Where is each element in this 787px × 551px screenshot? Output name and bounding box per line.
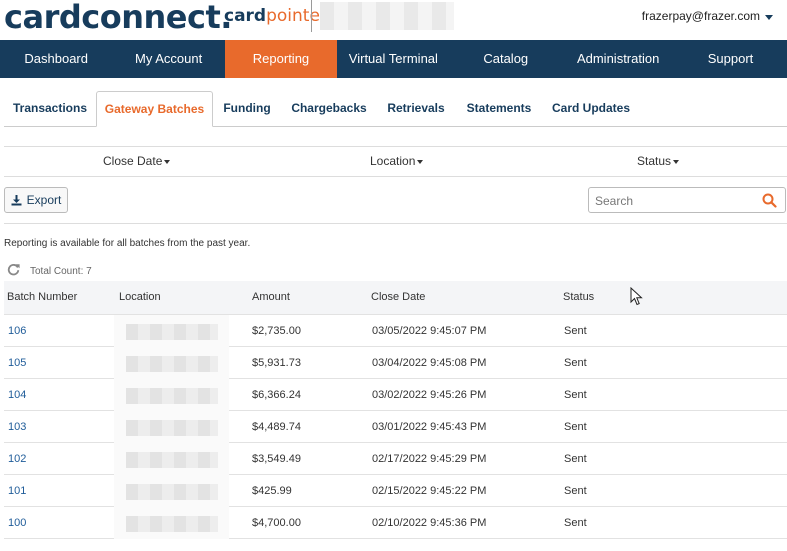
filter-bar: Close Date Location Status [4,146,787,177]
close-date-filter-label: Close Date [103,154,163,168]
reporting-note: Reporting is available for all batches f… [4,238,251,249]
search-field[interactable] [588,187,786,213]
status-cell: Sent [564,453,587,465]
nav-reporting[interactable]: Reporting [224,40,338,78]
table-row[interactable]: 102 $3,549.49 02/17/2022 9:45:29 PM Sent [4,443,787,475]
header-divider [311,0,312,32]
column-header-location[interactable]: Location [119,291,161,303]
tab-card-updates[interactable]: Card Updates [550,91,632,127]
status-cell: Sent [564,517,587,529]
location-redacted [114,379,229,411]
refresh-icon[interactable] [7,263,20,276]
table-row[interactable]: 100 $4,700.00 02/10/2022 9:45:36 PM Sent [4,507,787,539]
table-row[interactable]: 101 $425.99 02/15/2022 9:45:22 PM Sent [4,475,787,507]
tab-transactions[interactable]: Transactions [6,91,94,127]
location-redacted [114,443,229,475]
location-filter-label: Location [370,154,416,168]
close-date-cell: 02/17/2022 9:45:29 PM [372,453,487,465]
location-redacted [114,507,229,539]
close-date-cell: 03/05/2022 9:45:07 PM [372,325,487,337]
total-count: Total Count: 7 [30,266,92,277]
nav-dashboard[interactable]: Dashboard [0,40,112,78]
close-date-filter[interactable]: Close Date [103,154,171,168]
column-header-amount[interactable]: Amount [252,291,290,303]
tab-statements[interactable]: Statements [463,91,535,127]
batch-number-link[interactable]: 101 [8,485,26,497]
export-label: Export [26,193,62,207]
nav-administration[interactable]: Administration [562,40,674,78]
batch-number-link[interactable]: 104 [8,389,26,401]
column-header-close-date[interactable]: Close Date [371,291,425,303]
chevron-down-icon [673,159,680,164]
cardpointe-logo[interactable]: cardpointe [224,6,320,26]
export-button[interactable]: Export [4,187,68,213]
close-date-cell: 03/04/2022 9:45:08 PM [372,357,487,369]
table-row[interactable]: 103 $4,489.74 03/01/2022 9:45:43 PM Sent [4,411,787,443]
batch-number-link[interactable]: 106 [8,325,26,337]
logo-text: cardconnect [4,0,221,36]
column-header-batch-number[interactable]: Batch Number [7,291,77,303]
search-input[interactable] [595,192,755,209]
close-date-cell: 03/01/2022 9:45:43 PM [372,421,487,433]
app-header: cardconnect. cardpointe frazerpay@frazer… [0,0,787,40]
batch-number-link[interactable]: 105 [8,357,26,369]
tab-funding[interactable]: Funding [219,91,275,127]
user-menu[interactable]: frazerpay@frazer.com [642,9,773,23]
batch-number-link[interactable]: 103 [8,421,26,433]
reporting-tabs: Transactions Gateway Batches Funding Cha… [4,91,787,127]
amount-cell: $425.99 [252,485,292,497]
close-date-cell: 03/02/2022 9:45:26 PM [372,389,487,401]
status-cell: Sent [564,325,587,337]
table-row[interactable]: 106 $2,735.00 03/05/2022 9:45:07 PM Sent [4,315,787,347]
amount-cell: $5,931.73 [252,357,301,369]
status-cell: Sent [564,389,587,401]
divider [4,223,787,224]
chevron-down-icon [164,159,171,164]
column-header-status[interactable]: Status [563,291,594,303]
location-redacted [114,411,229,443]
location-redacted [114,315,229,347]
location-redacted [114,347,229,379]
amount-cell: $2,735.00 [252,325,301,337]
batches-table: Batch Number Location Amount Close Date … [4,281,787,539]
location-filter[interactable]: Location [370,154,424,168]
status-cell: Sent [564,421,587,433]
merchant-name-redacted [320,2,454,30]
nav-my-account[interactable]: My Account [112,40,224,78]
logo-sub-card: card [224,6,267,26]
status-cell: Sent [564,485,587,497]
table-header: Batch Number Location Amount Close Date … [4,281,787,315]
nav-support[interactable]: Support [674,40,786,78]
search-icon[interactable] [762,193,777,208]
table-row[interactable]: 104 $6,366.24 03/02/2022 9:45:26 PM Sent [4,379,787,411]
tab-gateway-batches[interactable]: Gateway Batches [96,91,213,127]
tab-retrievals[interactable]: Retrievals [384,91,448,127]
mouse-cursor-icon [630,287,643,306]
chevron-down-icon [417,159,424,164]
batch-number-link[interactable]: 100 [8,517,26,529]
cardconnect-logo[interactable]: cardconnect. [4,0,232,36]
download-icon [11,194,22,205]
batch-number-link[interactable]: 102 [8,453,26,465]
status-filter[interactable]: Status [637,154,680,168]
amount-cell: $3,549.49 [252,453,301,465]
amount-cell: $4,489.74 [252,421,301,433]
close-date-cell: 02/15/2022 9:45:22 PM [372,485,487,497]
status-filter-label: Status [637,154,672,168]
user-email: frazerpay@frazer.com [641,9,760,23]
tab-chargebacks[interactable]: Chargebacks [289,91,369,127]
amount-cell: $6,366.24 [252,389,301,401]
location-redacted [114,475,229,507]
chevron-down-icon [765,14,773,20]
status-cell: Sent [564,357,587,369]
nav-virtual-terminal[interactable]: Virtual Terminal [337,40,449,78]
main-nav: Dashboard My Account Reporting Virtual T… [0,40,787,78]
table-row[interactable]: 105 $5,931.73 03/04/2022 9:45:08 PM Sent [4,347,787,379]
nav-catalog[interactable]: Catalog [450,40,562,78]
amount-cell: $4,700.00 [252,517,301,529]
close-date-cell: 02/10/2022 9:45:36 PM [372,517,487,529]
